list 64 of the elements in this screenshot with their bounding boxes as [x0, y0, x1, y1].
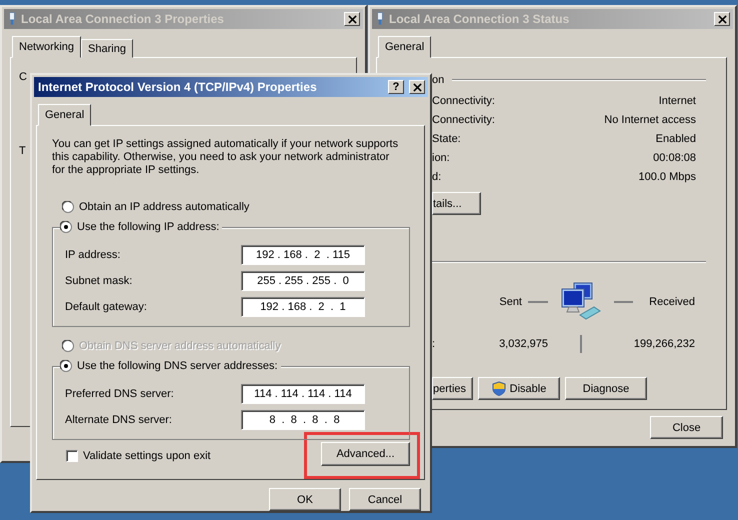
- window-title: Local Area Connection 3 Status: [389, 12, 570, 26]
- field-label: Preferred DNS server:: [65, 388, 174, 400]
- action-button[interactable]: Diagnose: [565, 377, 647, 400]
- label-fragment: C: [19, 71, 27, 83]
- option-label: Obtain an IP address automatically: [79, 201, 250, 213]
- checkbox[interactable]: [66, 450, 78, 462]
- sent-bytes: 3,032,975: [499, 338, 548, 350]
- status-label: State:: [432, 132, 461, 144]
- status-label: ion:: [432, 152, 450, 164]
- close-icon: [348, 14, 356, 24]
- leader-line: [614, 301, 634, 303]
- close-button[interactable]: [714, 12, 730, 26]
- advanced-button[interactable]: Advanced...: [321, 442, 410, 466]
- close-icon: [718, 14, 726, 24]
- field-label: Alternate DNS server:: [65, 414, 172, 426]
- close-button[interactable]: [409, 80, 425, 94]
- network-adapter-icon: [8, 12, 16, 26]
- status-value: Enabled: [656, 132, 696, 144]
- radio-button[interactable]: [60, 221, 72, 233]
- action-button[interactable]: Disable: [478, 377, 560, 400]
- received-label: Received: [649, 296, 695, 308]
- network-adapter-icon: [376, 12, 384, 26]
- option-label: Use the following IP address:: [77, 221, 220, 233]
- field-label: Default gateway:: [65, 301, 147, 313]
- checkbox-label: Validate settings upon exit: [83, 450, 211, 462]
- bytes-label: :: [432, 338, 436, 350]
- leader-line: [528, 301, 548, 303]
- close-button[interactable]: Close: [650, 416, 723, 439]
- field-label: Subnet mask:: [65, 275, 132, 287]
- radio-button[interactable]: [62, 201, 74, 213]
- ip-address-field[interactable]: 192 . 168 . 2 . 115: [241, 245, 365, 265]
- intro-text: You can get IP settings assigned automatically if your network supports this capability. Otherwise, you need to ask your network administrator for the appropriate IP settings.: [52, 138, 400, 177]
- action-button[interactable]: perties: [432, 377, 473, 400]
- option-label: Use the following DNS server addresses:: [77, 360, 278, 372]
- help-button[interactable]: ?: [388, 80, 404, 94]
- status-label: d:: [432, 170, 442, 182]
- received-bytes: 199,266,232: [632, 338, 695, 350]
- status-value: No Internet access: [604, 114, 696, 126]
- status-value: 00:08:08: [653, 152, 696, 164]
- window-title: Internet Protocol Version 4 (TCP/IPv4) Properties: [38, 80, 318, 94]
- radio-button[interactable]: [60, 360, 72, 372]
- ip-address-field[interactable]: 114 . 114 . 114 . 114: [241, 384, 365, 404]
- details-button[interactable]: tails...: [432, 192, 481, 215]
- ip-address-field[interactable]: 192 . 168 . 2 . 1: [241, 297, 365, 317]
- dialog-button[interactable]: Cancel: [349, 488, 421, 511]
- status-value: Internet: [658, 94, 696, 106]
- tab[interactable]: General: [38, 104, 92, 126]
- divider-line: [580, 335, 582, 353]
- status-label: Connectivity:: [432, 114, 495, 126]
- status-label: Connectivity:: [432, 94, 495, 106]
- status-value: 100.0 Mbps: [638, 170, 696, 182]
- tab[interactable]: Networking: [12, 36, 82, 58]
- close-icon: [412, 82, 422, 92]
- shield-icon: [492, 381, 506, 396]
- ip-address-field[interactable]: 8 . 8 . 8 . 8: [241, 410, 365, 430]
- sent-label: Sent: [499, 296, 522, 308]
- field-label: IP address:: [65, 249, 120, 261]
- ip-address-field[interactable]: 255 . 255 . 255 . 0: [241, 271, 365, 291]
- close-button[interactable]: [344, 12, 360, 26]
- dialog-button[interactable]: OK: [269, 488, 341, 511]
- tab[interactable]: Sharing: [81, 39, 133, 58]
- section-label: on: [432, 74, 444, 86]
- tab[interactable]: General: [378, 36, 432, 58]
- label-fragment: T: [19, 145, 26, 157]
